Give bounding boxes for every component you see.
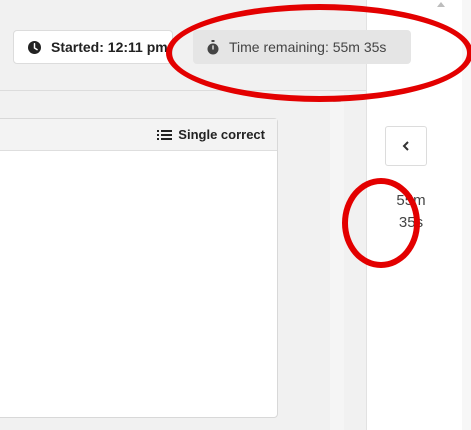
list-icon <box>157 129 173 140</box>
time-remaining-label: Time remaining: 55m 35s <box>229 39 387 55</box>
chevron-left-icon <box>402 141 409 151</box>
panel-divider <box>366 0 367 430</box>
content-scrollbar[interactable] <box>330 92 344 430</box>
page-scrollbar[interactable] <box>462 0 471 430</box>
question-card: Single correct <box>0 118 278 418</box>
side-timer-seconds: 35s <box>398 214 424 231</box>
collapse-panel-button[interactable] <box>385 126 427 166</box>
page-scroll-up-arrow-icon[interactable] <box>437 2 445 7</box>
content-scroll-up-arrow-icon[interactable] <box>333 97 341 102</box>
side-timer-minutes: 55m <box>396 192 426 209</box>
question-type-label: Single correct <box>178 127 265 142</box>
question-type: Single correct <box>157 127 265 142</box>
stopwatch-icon <box>207 39 219 54</box>
time-remaining-pill: Time remaining: 55m 35s <box>193 30 411 64</box>
question-card-header: Single correct <box>0 119 277 151</box>
started-time-pill: Started: 12:11 pm <box>13 30 173 64</box>
clock-icon <box>28 40 41 54</box>
started-label: Started: 12:11 pm <box>51 39 168 55</box>
side-timer: 55m 35s <box>378 190 444 234</box>
header-separator <box>0 90 366 91</box>
